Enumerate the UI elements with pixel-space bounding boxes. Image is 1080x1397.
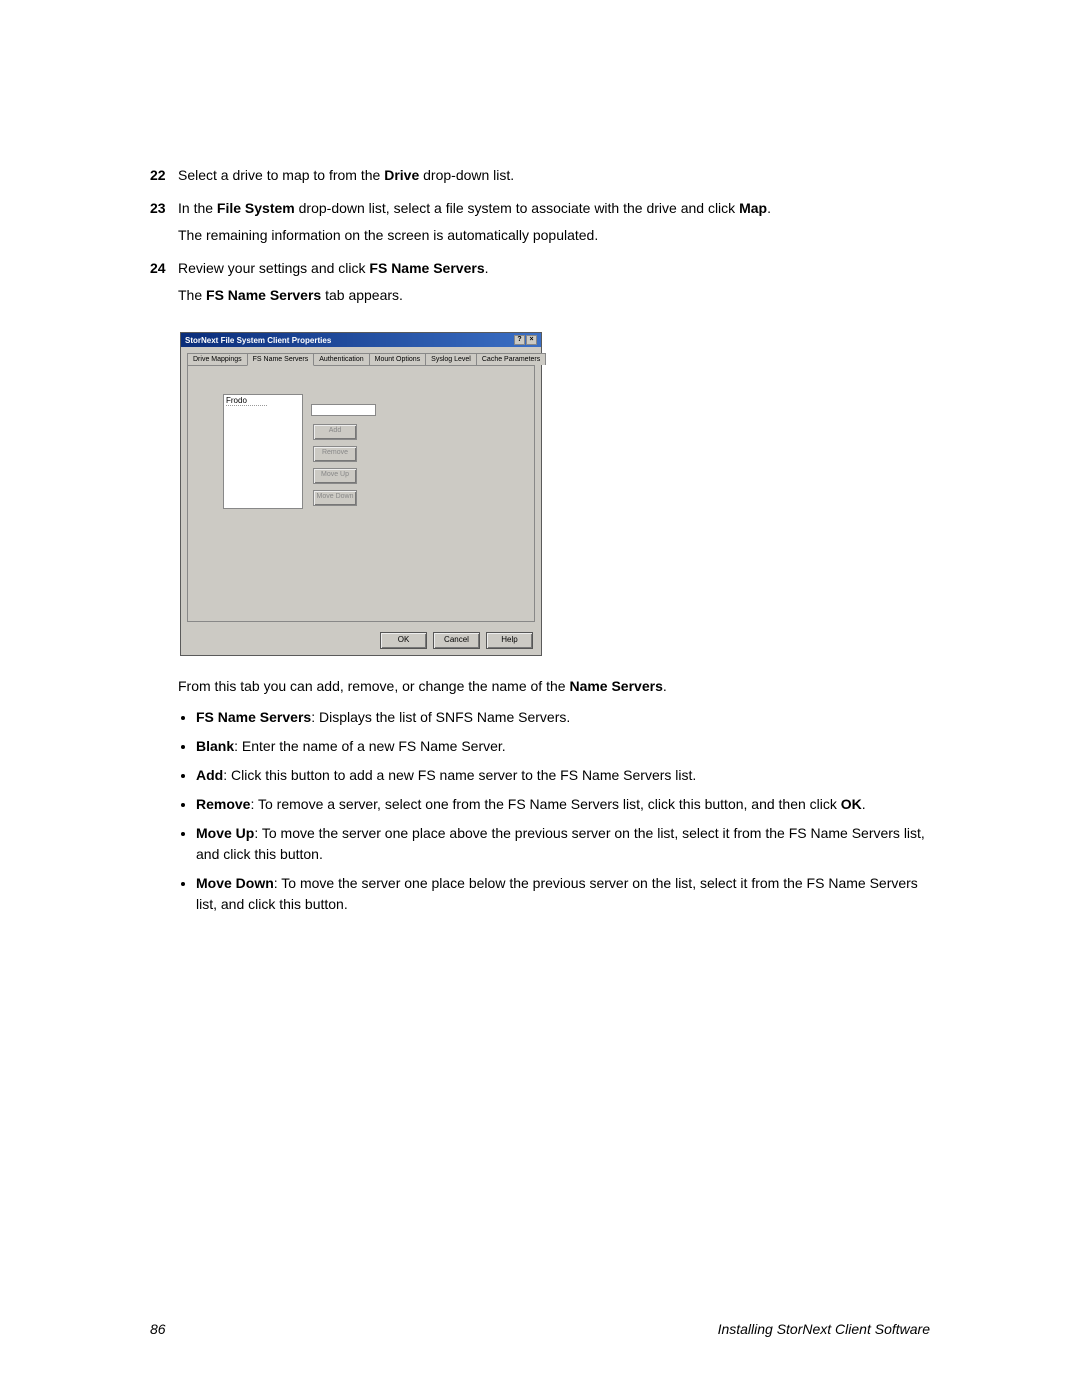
text: : To move the server one place above the…: [196, 825, 925, 862]
bullet-fs-name-servers: FS Name Servers: Displays the list of SN…: [196, 707, 930, 728]
text: : Displays the list of SNFS Name Servers…: [311, 709, 570, 725]
remove-button[interactable]: Remove: [313, 446, 357, 462]
dialog-screenshot: StorNext File System Client Properties ?…: [180, 332, 930, 656]
titlebar: StorNext File System Client Properties ?…: [181, 333, 541, 347]
ok-button[interactable]: OK: [380, 632, 427, 649]
text: .: [767, 200, 771, 216]
bold: File System: [217, 200, 295, 216]
bold: Move Down: [196, 875, 274, 891]
intro-paragraph: From this tab you can add, remove, or ch…: [178, 676, 930, 697]
text: Review your settings and click: [178, 260, 369, 276]
name-servers-listbox[interactable]: Frodo: [223, 394, 303, 509]
bold: Map: [739, 200, 767, 216]
tab-cache-parameters[interactable]: Cache Parameters: [476, 353, 546, 365]
tab-authentication[interactable]: Authentication: [313, 353, 369, 365]
text: Select a drive to map to from the: [178, 167, 384, 183]
step-number: 22: [150, 165, 178, 192]
tab-syslog-level[interactable]: Syslog Level: [425, 353, 477, 365]
bullet-list: FS Name Servers: Displays the list of SN…: [178, 707, 930, 915]
tab-mount-options[interactable]: Mount Options: [369, 353, 427, 365]
bold: Remove: [196, 796, 250, 812]
bullet-move-up: Move Up: To move the server one place ab…: [196, 823, 930, 865]
bold: Name Servers: [569, 678, 662, 694]
help-button[interactable]: Help: [486, 632, 533, 649]
cancel-button[interactable]: Cancel: [433, 632, 480, 649]
text: : Click this button to add a new FS name…: [223, 767, 696, 783]
tab-drive-mappings[interactable]: Drive Mappings: [187, 353, 248, 365]
dialog-title: StorNext File System Client Properties: [185, 336, 331, 345]
step-23: 23 In the File System drop-down list, se…: [150, 198, 930, 252]
bold: OK: [841, 796, 862, 812]
step-text: In the File System drop-down list, selec…: [178, 198, 930, 252]
add-button[interactable]: Add: [313, 424, 357, 440]
move-up-button[interactable]: Move Up: [313, 468, 357, 484]
bold: Blank: [196, 738, 234, 754]
text: In the: [178, 200, 217, 216]
text: : Enter the name of a new FS Name Server…: [234, 738, 506, 754]
bullet-add: Add: Click this button to add a new FS n…: [196, 765, 930, 786]
step-text: Select a drive to map to from the Drive …: [178, 165, 930, 192]
step-24: 24 Review your settings and click FS Nam…: [150, 258, 930, 312]
tab-panel: Frodo Add Remove Move Up Move Down: [187, 365, 535, 622]
bullet-move-down: Move Down: To move the server one place …: [196, 873, 930, 915]
bold: Move Up: [196, 825, 254, 841]
name-server-input[interactable]: [311, 404, 376, 416]
page-footer: 86 Installing StorNext Client Software: [150, 1321, 930, 1337]
page-number: 86: [150, 1321, 166, 1337]
step-number: 24: [150, 258, 178, 312]
dialog-bottom-buttons: OK Cancel Help: [181, 628, 541, 655]
text: : To move the server one place below the…: [196, 875, 918, 912]
close-icon[interactable]: ×: [526, 335, 537, 345]
bold: FS Name Servers: [369, 260, 484, 276]
text: : To remove a server, select one from th…: [250, 796, 840, 812]
text: The: [178, 287, 206, 303]
text: .: [862, 796, 866, 812]
footer-title: Installing StorNext Client Software: [718, 1321, 930, 1337]
bold: Add: [196, 767, 223, 783]
bold: FS Name Servers: [196, 709, 311, 725]
text: .: [485, 260, 489, 276]
text: The remaining information on the screen …: [178, 225, 930, 246]
bullet-blank: Blank: Enter the name of a new FS Name S…: [196, 736, 930, 757]
text: tab appears.: [321, 287, 403, 303]
properties-dialog: StorNext File System Client Properties ?…: [180, 332, 542, 656]
text: drop-down list, select a file system to …: [295, 200, 739, 216]
text: .: [663, 678, 667, 694]
step-number: 23: [150, 198, 178, 252]
step-text: Review your settings and click FS Name S…: [178, 258, 930, 312]
step-22: 22 Select a drive to map to from the Dri…: [150, 165, 930, 192]
bullet-remove: Remove: To remove a server, select one f…: [196, 794, 930, 815]
help-icon[interactable]: ?: [514, 335, 525, 345]
bold: Drive: [384, 167, 419, 183]
list-item[interactable]: Frodo: [226, 396, 267, 406]
bold: FS Name Servers: [206, 287, 321, 303]
move-down-button[interactable]: Move Down: [313, 490, 357, 506]
tabs-row: Drive Mappings FS Name Servers Authentic…: [181, 347, 541, 365]
text: drop-down list.: [419, 167, 514, 183]
tab-fs-name-servers[interactable]: FS Name Servers: [247, 353, 315, 366]
text: From this tab you can add, remove, or ch…: [178, 678, 569, 694]
